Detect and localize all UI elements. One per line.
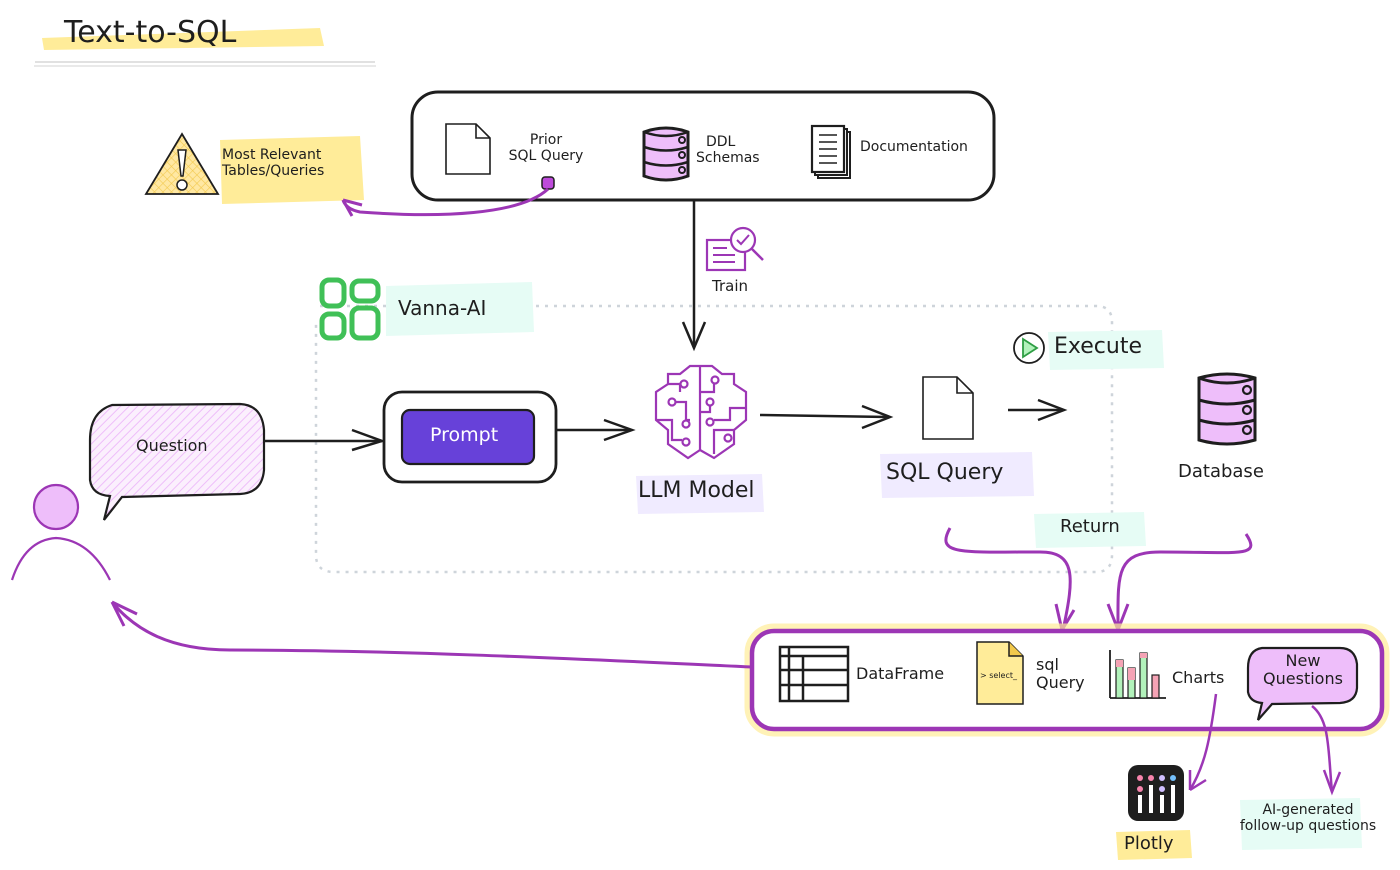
ddl-schemas-label: DDL Schemas: [696, 134, 760, 167]
database-icon: [642, 126, 690, 182]
document-icon: [445, 123, 491, 175]
play-icon: [1013, 332, 1045, 364]
question-bubble: [88, 402, 266, 521]
app-grid-icon: [319, 277, 381, 341]
user-icon: [10, 483, 111, 581]
plotly-logo: [1128, 765, 1184, 821]
prior-sql-label: Prior SQL Query: [508, 132, 584, 165]
documents-stack-icon: [810, 124, 851, 179]
return-to-user-arrow: [110, 601, 753, 669]
prompt-button[interactable]: Prompt: [430, 424, 498, 447]
sql-output-label: sql Query: [1036, 655, 1085, 693]
database-label: Database: [1178, 461, 1264, 482]
brain-circuit-icon: [654, 364, 748, 460]
llm-to-sql-arrow: [759, 413, 889, 419]
new-questions-label: New Questions: [1263, 651, 1343, 689]
followup-label: AI-generated follow-up questions: [1239, 802, 1377, 835]
dataframe-label: DataFrame: [856, 664, 945, 683]
retrieval-note-label: Most Relevant Tables/Queries: [222, 147, 325, 180]
sql-query-label: SQL Query: [886, 460, 1004, 485]
sql-snippet-text: > select_: [980, 671, 1018, 680]
sql-query-document-icon: [922, 376, 974, 440]
execute-button[interactable]: Execute: [1054, 334, 1142, 359]
llm-model-label: LLM Model: [638, 478, 755, 503]
connector-handle: [541, 176, 555, 190]
question-label: Question: [136, 436, 208, 455]
plotly-label: Plotly: [1124, 833, 1174, 854]
charts-label: Charts: [1172, 668, 1225, 687]
return-arrow-right: [1116, 533, 1253, 631]
documentation-label: Documentation: [860, 139, 968, 155]
diagram-canvas: [10, 28, 1390, 860]
page-title: Text-to-SQL: [64, 15, 237, 50]
training-doc-search-icon: [705, 226, 764, 272]
database-icon: [1197, 372, 1257, 446]
return-label: Return: [1060, 516, 1120, 537]
warning-icon: [144, 132, 220, 195]
train-label: Train: [712, 277, 748, 295]
vanna-ai-label: Vanna-AI: [398, 296, 487, 320]
